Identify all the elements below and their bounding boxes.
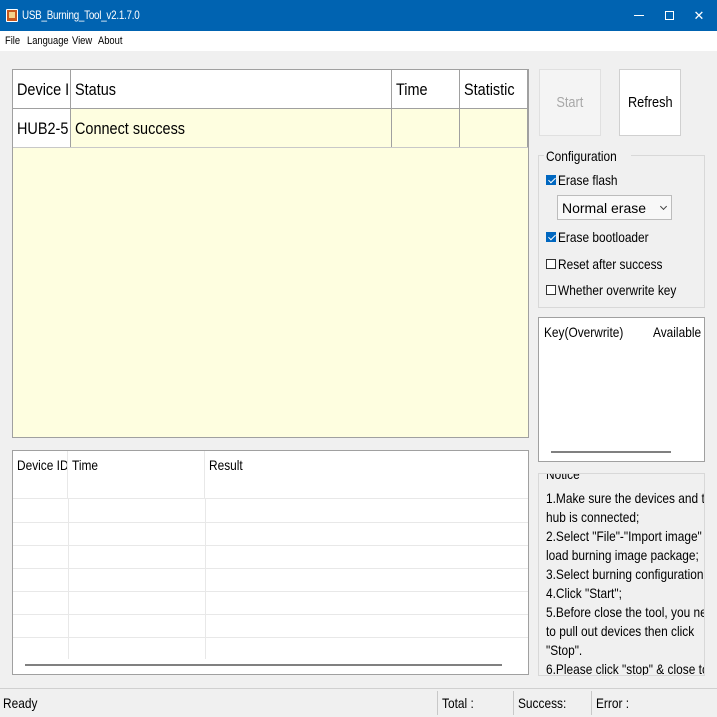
erase-bootloader-checkbox[interactable]: Erase bootloader (546, 229, 665, 245)
column-header-result[interactable]: Result (205, 451, 528, 499)
device-id-cell: HUB2-5 (13, 109, 71, 147)
notice-line: 3.Select burning configuration; (546, 566, 705, 582)
window-title: USB_Burning_Tool_v2.1.7.0 (22, 8, 140, 22)
status-separator (513, 691, 514, 715)
notice-line: 5.Before close the tool, you need (546, 604, 705, 620)
menu-file[interactable]: File (5, 35, 20, 47)
device-table[interactable]: Device ID Status Time Statistic HUB2-5 C… (12, 69, 529, 438)
menu-language[interactable]: Language (27, 35, 69, 47)
notice-group: Notice 1.Make sure the devices and the h… (538, 473, 705, 676)
notice-line: "Stop". (546, 642, 583, 658)
app-icon (6, 9, 18, 22)
column-header-status[interactable]: Status (71, 70, 392, 108)
notice-line: 2.Select "File"-"Import image" to (546, 528, 705, 544)
row-divider (13, 591, 528, 592)
menu-bar: File Language View About (0, 31, 717, 51)
erase-flash-checkbox[interactable]: Erase flash (546, 172, 628, 188)
checkbox-unchecked-icon (546, 259, 556, 269)
erase-mode-select[interactable]: Normal erase (557, 195, 672, 220)
row-divider (13, 614, 528, 615)
checkbox-checked-icon (546, 175, 556, 185)
status-error: Error : (596, 695, 630, 711)
status-cell: Connect success (71, 109, 392, 147)
row-divider (13, 637, 528, 638)
column-divider (68, 499, 69, 659)
notice-line: load burning image package; (546, 547, 699, 563)
device-row[interactable]: HUB2-5 Connect success (13, 109, 528, 148)
reset-after-success-checkbox[interactable]: Reset after success (546, 256, 681, 272)
row-divider (13, 568, 528, 569)
row-divider (13, 545, 528, 546)
time-cell (392, 109, 460, 147)
configuration-group: Configuration Erase flash Normal erase E… (538, 148, 705, 308)
checkbox-checked-icon (546, 232, 556, 242)
result-table-header: Device ID Time Result (13, 451, 528, 499)
checkbox-unchecked-icon (546, 285, 556, 295)
status-success: Success: (518, 695, 567, 711)
column-header-time[interactable]: Time (392, 70, 460, 108)
notice-line: 1.Make sure the devices and the (546, 490, 705, 506)
statistic-cell (460, 109, 528, 147)
status-separator (591, 691, 592, 715)
title-bar: USB_Burning_Tool_v2.1.7.0 ✕ (0, 0, 717, 31)
notice-text: 1.Make sure the devices and the hub is c… (546, 489, 705, 676)
row-divider (13, 522, 528, 523)
result-table[interactable]: Device ID Time Result (12, 450, 529, 675)
configuration-label: Configuration (544, 148, 632, 164)
column-header-time[interactable]: Time (68, 451, 205, 499)
menu-about[interactable]: About (98, 35, 122, 47)
notice-line: to pull out devices then click (546, 623, 695, 639)
device-table-header: Device ID Status Time Statistic (13, 70, 528, 109)
maximize-icon (664, 11, 674, 20)
status-total: Total : (442, 695, 474, 711)
column-header-available[interactable]: Available (653, 324, 701, 340)
close-button[interactable]: ✕ (676, 0, 717, 31)
status-separator (437, 691, 438, 715)
overwrite-key-checkbox[interactable]: Whether overwrite key (546, 282, 697, 298)
horizontal-scrollbar[interactable] (25, 664, 502, 666)
column-header-device-id[interactable]: Device ID (13, 70, 71, 108)
column-header-key[interactable]: Key(Overwrite) (544, 324, 623, 340)
notice-line: 4.Click "Start"; (546, 585, 622, 601)
notice-line: hub is connected; (546, 509, 640, 525)
status-bar: Ready Total : Success: Error : (0, 688, 717, 717)
column-divider (205, 499, 206, 659)
horizontal-scrollbar[interactable] (551, 451, 671, 453)
start-button[interactable]: Start (539, 69, 601, 136)
notice-line: 6.Please click "stop" & close tool (546, 661, 705, 676)
status-state: Ready (3, 695, 38, 711)
minimize-icon (634, 15, 644, 16)
chevron-down-icon (659, 202, 668, 211)
close-icon: ✕ (693, 7, 705, 23)
menu-view[interactable]: View (72, 35, 92, 47)
column-header-device-id[interactable]: Device ID (13, 451, 68, 499)
refresh-button[interactable]: Refresh (619, 69, 681, 136)
key-list[interactable]: Key(Overwrite) Available (538, 317, 705, 462)
column-header-statistic[interactable]: Statistic (460, 70, 528, 108)
notice-label: Notice (544, 474, 588, 482)
